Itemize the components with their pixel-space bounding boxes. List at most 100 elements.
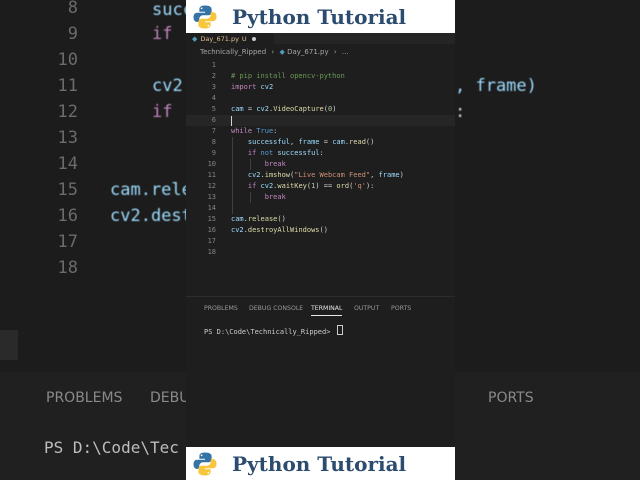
code-line[interactable]: 3 import cv2: [186, 82, 455, 93]
code-text: break: [231, 192, 286, 203]
unsaved-dot-icon[interactable]: [251, 36, 256, 41]
code-line[interactable]: 4: [186, 93, 455, 104]
code-line[interactable]: 6: [186, 115, 455, 126]
code-token: VideoCapture: [273, 105, 324, 113]
banner-title: Python Tutorial: [232, 4, 407, 29]
code-line[interactable]: 18: [186, 247, 455, 258]
code-token: # pip install opencv-python: [231, 72, 345, 80]
code-text: if cv2.waitKey(1) == ord('q'):: [231, 181, 375, 192]
background-side-marker: [0, 330, 18, 360]
line-number: 6: [211, 116, 216, 124]
line-number: 16: [207, 226, 216, 234]
code-token: import: [231, 83, 261, 91]
tab-day-671[interactable]: ◆ Day_671.py U: [186, 33, 274, 44]
code-token: ): [399, 171, 404, 179]
background-line-number: 15: [57, 180, 78, 200]
code-text: while True:: [231, 126, 277, 137]
code-token: break: [231, 160, 286, 168]
code-token: cv2: [260, 83, 274, 91]
breadcrumb: Technically_Ripped › ◆ Day_671.py › ...: [200, 48, 349, 56]
code-line[interactable]: 11 cv2.imshow("Live Webcam Feed", frame): [186, 170, 455, 181]
breadcrumb-folder[interactable]: Technically_Ripped: [200, 48, 266, 56]
tab-output[interactable]: OUTPUT: [354, 305, 379, 312]
code-token: True: [256, 127, 274, 135]
code-line[interactable]: 5 cam = cv2.VideoCapture(0): [186, 104, 455, 115]
code-token: waitKey: [277, 182, 307, 190]
tab-problems[interactable]: PROBLEMS: [204, 305, 238, 312]
background-code-fragment: if: [152, 102, 173, 122]
code-line[interactable]: 16 cv2.destroyAllWindows(): [186, 225, 455, 236]
code-line[interactable]: 10 break: [186, 159, 455, 170]
line-number: 4: [211, 94, 216, 102]
terminal-prompt-text: PS D:\Code\Technically_Ripped>: [204, 328, 331, 336]
text-caret: [231, 116, 232, 126]
code-token: read: [349, 138, 366, 146]
terminal-prompt[interactable]: PS D:\Code\Technically_Ripped>: [204, 325, 343, 336]
line-number: 13: [207, 193, 216, 201]
code-line[interactable]: 7 while True:: [186, 126, 455, 137]
code-text: if not successful:: [231, 148, 324, 159]
code-token: release: [247, 215, 278, 223]
code-text: cam = cv2.VideoCapture(0): [231, 104, 336, 115]
line-number: 14: [207, 204, 216, 212]
editor-window: Python Tutorial ◆ Day_671.py U Technical…: [186, 0, 455, 480]
code-editor[interactable]: I 12# pip install opencv-python3import c…: [186, 60, 455, 292]
code-token: if: [231, 182, 261, 190]
code-line[interactable]: 2 # pip install opencv-python: [186, 71, 455, 82]
line-number: 9: [211, 149, 216, 157]
terminal-cursor: [336, 325, 343, 335]
code-line[interactable]: 17: [186, 236, 455, 247]
code-line[interactable]: 14: [186, 203, 455, 214]
bottom-panel: PROBLEMS DEBUG CONSOLE TERMINAL OUTPUT P…: [186, 296, 455, 448]
code-text: cv2.imshow("Live Webcam Feed", frame): [231, 170, 404, 181]
code-line[interactable]: 12 if cv2.waitKey(1) == ord('q'):: [186, 181, 455, 192]
background-line-number: 11: [57, 76, 78, 96]
tab-filename: Day_671.py: [200, 34, 239, 43]
code-text: cv2.destroyAllWindows(): [231, 225, 328, 236]
code-token: frame: [378, 171, 400, 179]
code-token: (): [365, 138, 375, 146]
code-token: not: [260, 149, 278, 157]
tab-ports[interactable]: PORTS: [391, 305, 411, 312]
code-token: :: [273, 127, 278, 135]
background-code-fragment: if: [152, 24, 173, 44]
breadcrumb-file[interactable]: Day_671.py: [287, 48, 329, 56]
background-line-number: 14: [57, 154, 78, 174]
code-text: cam.release(): [231, 214, 286, 225]
background-panel-tab: DEBU: [150, 390, 190, 406]
banner-title: Python Tutorial: [232, 451, 407, 476]
python-logo-icon: [193, 452, 217, 475]
code-token: if: [231, 149, 261, 157]
code-line[interactable]: 9 if not successful:: [186, 148, 455, 159]
code-line[interactable]: 15 cam.release(): [186, 214, 455, 225]
tab-debug-console[interactable]: DEBUG CONSOLE: [249, 305, 303, 312]
code-line[interactable]: 13 break: [186, 192, 455, 203]
code-text: break: [231, 159, 286, 170]
line-number: 11: [207, 171, 216, 179]
code-token: ord: [336, 182, 350, 190]
line-number: 5: [211, 105, 216, 113]
code-token: frame: [298, 138, 320, 146]
background-code-fragment: cam.rele: [110, 180, 192, 200]
background-line-number: 17: [57, 232, 78, 252]
background-line-number: 12: [57, 102, 78, 122]
code-token: "Live Webcam Feed": [294, 171, 371, 179]
breadcrumb-more[interactable]: ...: [342, 48, 349, 56]
code-line[interactable]: 1: [186, 60, 455, 71]
background-code-fragment: :: [455, 102, 466, 122]
code-token: cv2: [231, 226, 244, 234]
code-text: import cv2: [231, 82, 273, 93]
code-token: cam: [231, 215, 244, 223]
code-token: ): [332, 105, 337, 113]
code-token: imshow: [264, 171, 291, 179]
code-token: 'q': [353, 182, 366, 190]
code-token: cam: [231, 105, 244, 113]
code-token: ,: [370, 171, 379, 179]
code-token: (): [319, 226, 328, 234]
tab-terminal[interactable]: TERMINAL: [311, 305, 343, 316]
code-line[interactable]: 8 successful, frame = cam.read(): [186, 137, 455, 148]
line-number: 3: [211, 83, 216, 91]
code-text: successful, frame = cam.read(): [231, 137, 375, 148]
code-token: successful: [231, 138, 291, 146]
line-number: 10: [207, 160, 216, 168]
